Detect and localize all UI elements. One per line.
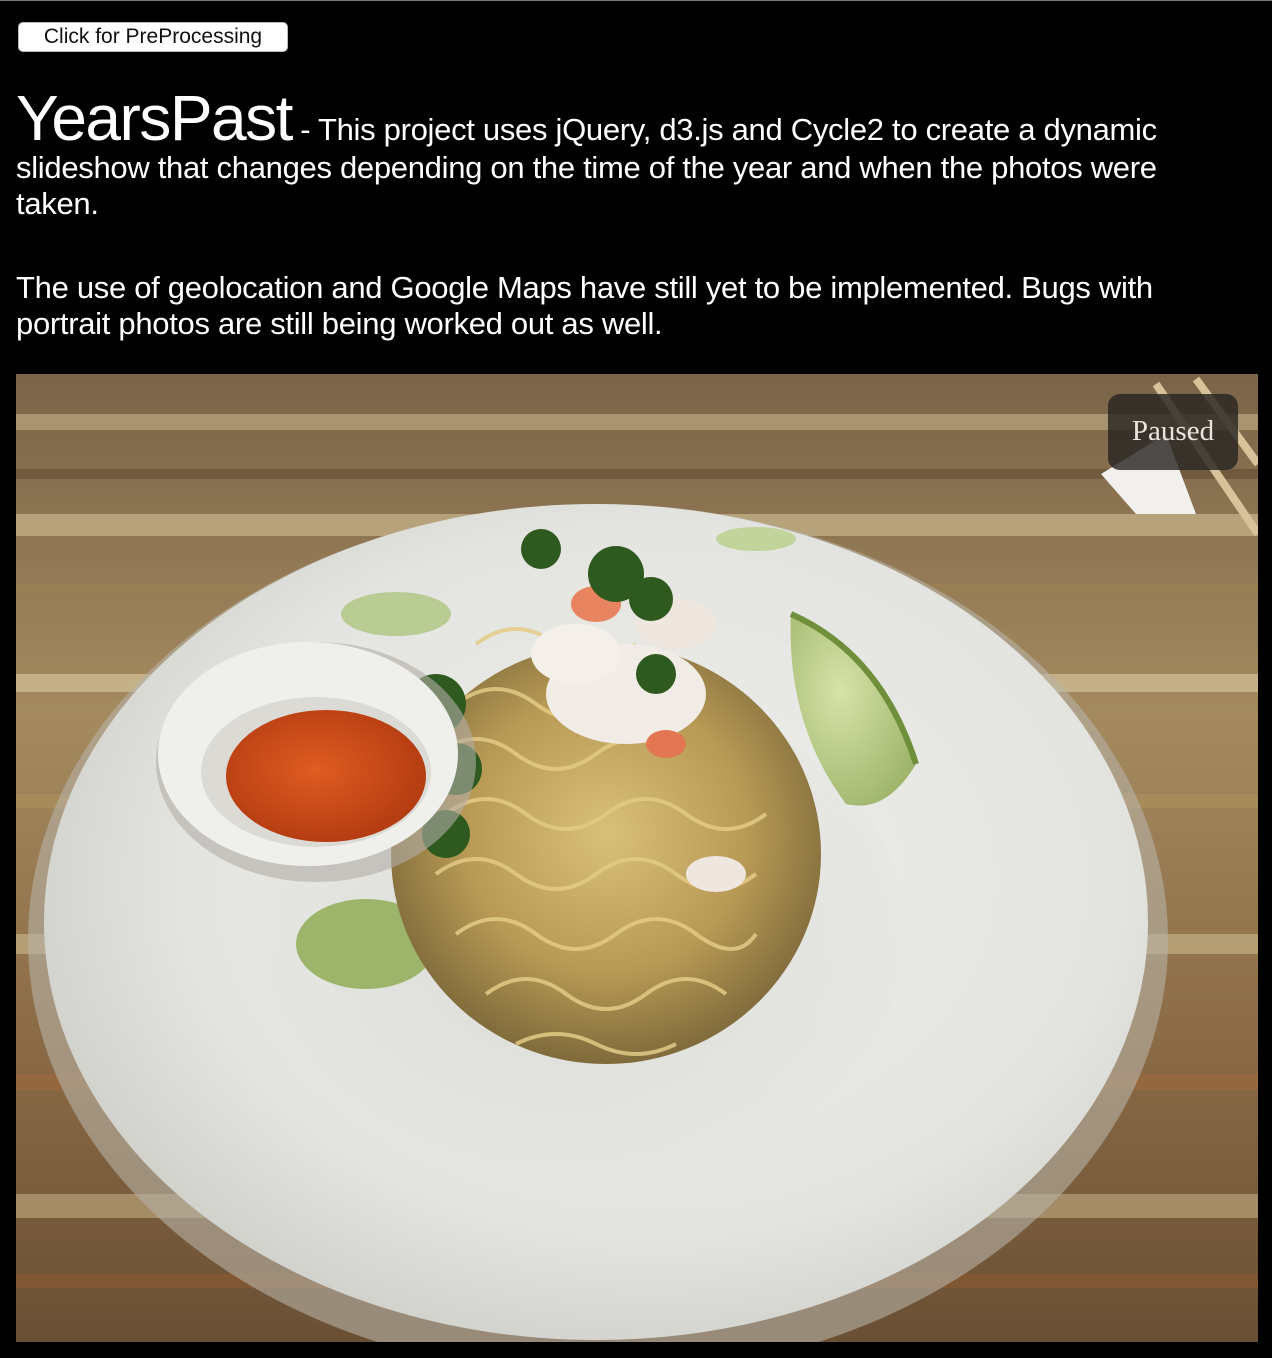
top-border [0, 0, 1272, 1]
preprocessing-button[interactable]: Click for PreProcessing [18, 22, 288, 52]
project-note: The use of geolocation and Google Maps h… [16, 270, 1153, 341]
slide-photo [16, 374, 1258, 1342]
slideshow-status-badge: Paused [1108, 394, 1238, 470]
intro-paragraph: YearsPast - This project uses jQuery, d3… [16, 86, 1236, 222]
page-title: YearsPast [16, 82, 293, 154]
slideshow[interactable]: Paused [16, 374, 1258, 1342]
